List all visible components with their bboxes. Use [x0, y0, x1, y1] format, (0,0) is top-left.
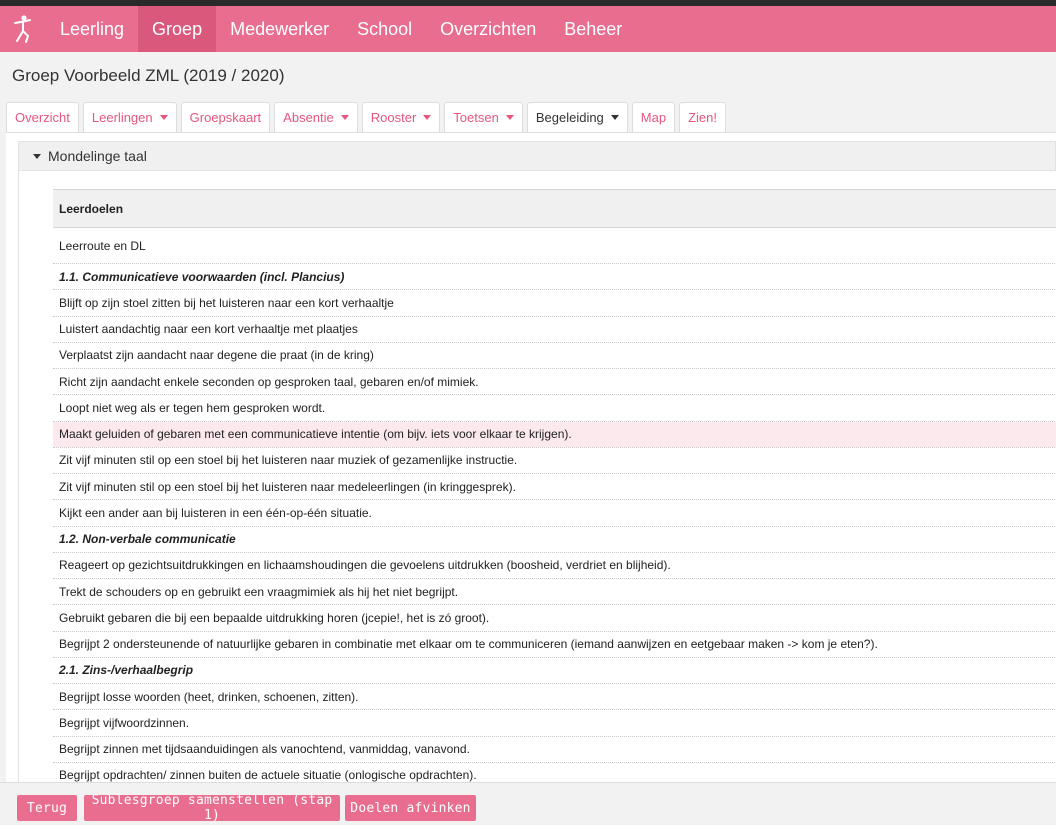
- goal-text: Verplaatst zijn aandacht naar degene die…: [53, 342, 1056, 370]
- compose-sublesgroep-button[interactable]: Sublesgroep samenstellen (stap 1): [84, 793, 340, 823]
- content-area: Mondelinge taal Leerdoelen Leerroute en …: [6, 132, 1056, 782]
- tab-label: Leerlingen: [91, 110, 153, 125]
- table-row[interactable]: Zit vijf minuten stil op een stoel bij h…: [53, 473, 1056, 501]
- page-title: Groep Voorbeeld ZML (2019 / 2020): [12, 66, 285, 85]
- goal-text: 2.1. Zins-/verhaalbegrip: [53, 657, 1056, 685]
- tab-zien[interactable]: Zien!: [679, 102, 726, 132]
- table-row[interactable]: Begrijpt vijfwoordzinnen.: [53, 709, 1056, 737]
- table-row[interactable]: Gebruikt gebaren die bij een bepaalde ui…: [53, 604, 1056, 632]
- goal-text: Begrijpt opdrachten/ zinnen buiten de ac…: [53, 762, 1056, 782]
- tab-label: Overzicht: [15, 110, 70, 125]
- section-row[interactable]: 1.1. Communicatieve voorwaarden (incl. P…: [53, 263, 1056, 291]
- table-row[interactable]: Reageert op gezichtsuitdrukkingen en lic…: [53, 552, 1056, 580]
- tab-overzicht[interactable]: Overzicht: [6, 102, 79, 132]
- nav-item-school[interactable]: School: [343, 6, 426, 52]
- table-row[interactable]: Leerroute en DL: [53, 227, 1056, 264]
- caret-down-icon: [610, 115, 619, 120]
- table-row[interactable]: Loopt niet weg als er tegen hem gesproke…: [53, 394, 1056, 422]
- nav-item-overzichten[interactable]: Overzichten: [426, 6, 550, 52]
- panel-toggle-mondelinge-taal[interactable]: Mondelinge taal: [18, 141, 1056, 171]
- panel-body: Leerdoelen Leerroute en DL 1.1. Communica…: [18, 171, 1056, 782]
- nav-item-groep[interactable]: Groep: [138, 6, 217, 52]
- table-row[interactable]: Begrijpt 2 ondersteunende of natuurlijke…: [53, 631, 1056, 658]
- goal-text: Reageert op gezichtsuitdrukkingen en lic…: [53, 552, 1056, 580]
- goal-text: Trekt de schouders op en gebruikt een vr…: [53, 578, 1056, 606]
- table-row[interactable]: Begrijpt zinnen met tijdsaanduidingen al…: [53, 736, 1056, 763]
- table-row[interactable]: Richt zijn aandacht enkele seconden op g…: [53, 368, 1056, 396]
- goal-text: Begrijpt vijfwoordzinnen.: [53, 709, 1056, 737]
- goal-text: 1.2. Non-verbale communicatie: [53, 526, 1056, 553]
- nav-item-leerling[interactable]: Leerling: [46, 6, 138, 52]
- tab-label: Map: [640, 110, 667, 125]
- caret-down-icon: [423, 115, 432, 120]
- goal-text: Leerroute en DL: [53, 227, 1056, 264]
- table-row[interactable]: Verplaatst zijn aandacht naar degene die…: [53, 342, 1056, 370]
- goal-text: Begrijpt 2 ondersteunende of natuurlijke…: [53, 631, 1056, 658]
- tab-rooster[interactable]: Rooster: [361, 102, 441, 132]
- back-button[interactable]: Terug: [17, 795, 77, 821]
- goal-text: Blijft op zijn stoel zitten bij het luis…: [53, 289, 1056, 317]
- table-row[interactable]: Begrijpt opdrachten/ zinnen buiten de ac…: [53, 762, 1056, 782]
- nav-item-medewerker[interactable]: Medewerker: [216, 6, 343, 52]
- goal-text: 1.1. Communicatieve voorwaarden (incl. P…: [53, 263, 1056, 291]
- table-row[interactable]: Trekt de schouders op en gebruikt een vr…: [53, 578, 1056, 606]
- tab-label: Groepskaart: [189, 110, 262, 125]
- tab-absentie[interactable]: Absentie: [274, 102, 358, 132]
- main-navbar: Leerling Groep Medewerker School Overzic…: [0, 6, 1056, 52]
- goal-text: Zit vijf minuten stil op een stoel bij h…: [53, 447, 1056, 475]
- table-row[interactable]: Begrijpt losse woorden (heet, drinken, s…: [53, 683, 1056, 711]
- tab-leerlingen[interactable]: Leerlingen: [82, 102, 177, 132]
- triangle-down-icon: [33, 153, 41, 159]
- goal-text: Begrijpt losse woorden (heet, drinken, s…: [53, 683, 1056, 711]
- footer-bar: Terug Sublesgroep samenstellen (stap 1) …: [0, 782, 1056, 825]
- tab-toetsen[interactable]: Toetsen: [444, 102, 523, 132]
- tab-label: Zien!: [688, 110, 717, 125]
- tab-label: Begeleiding: [535, 110, 604, 125]
- dancer-icon[interactable]: [0, 6, 46, 52]
- section-row[interactable]: 1.2. Non-verbale communicatie: [53, 526, 1056, 553]
- section-row[interactable]: 2.1. Zins-/verhaalbegrip: [53, 657, 1056, 685]
- goal-text: Loopt niet weg als er tegen hem gesproke…: [53, 394, 1056, 422]
- goal-text: Kijkt een ander aan bij luisteren in een…: [53, 499, 1056, 527]
- caret-down-icon: [505, 115, 514, 120]
- tab-groepskaart[interactable]: Groepskaart: [180, 102, 271, 132]
- nav-item-beheer[interactable]: Beheer: [550, 6, 636, 52]
- table-row[interactable]: Maakt geluiden of gebaren met een commun…: [53, 421, 1056, 448]
- goals-table: Leerdoelen Leerroute en DL 1.1. Communica…: [53, 189, 1056, 782]
- caret-down-icon: [340, 115, 349, 120]
- table-header-leerdoelen: Leerdoelen: [53, 189, 1056, 228]
- table-row[interactable]: Blijft op zijn stoel zitten bij het luis…: [53, 289, 1056, 317]
- tab-label: Absentie: [283, 110, 334, 125]
- tab-label: Toetsen: [453, 110, 499, 125]
- tab-begeleiding[interactable]: Begeleiding: [526, 102, 628, 132]
- goal-text: Zit vijf minuten stil op een stoel bij h…: [53, 473, 1056, 501]
- tab-bar: Overzicht Leerlingen Groepskaart Absenti…: [6, 102, 726, 132]
- check-goals-button[interactable]: Doelen afvinken: [345, 795, 476, 821]
- goal-text: Gebruikt gebaren die bij een bepaalde ui…: [53, 604, 1056, 632]
- table-row[interactable]: Zit vijf minuten stil op een stoel bij h…: [53, 447, 1056, 475]
- caret-down-icon: [159, 115, 168, 120]
- goal-text: Begrijpt zinnen met tijdsaanduidingen al…: [53, 736, 1056, 763]
- tab-map[interactable]: Map: [631, 102, 676, 132]
- tab-label: Rooster: [370, 110, 417, 125]
- goal-text: Maakt geluiden of gebaren met een commun…: [53, 421, 1056, 448]
- goal-text: Luistert aandachtig naar een kort verhaa…: [53, 316, 1056, 343]
- goal-text: Richt zijn aandacht enkele seconden op g…: [53, 368, 1056, 396]
- panel-title: Mondelinge taal: [48, 148, 147, 164]
- table-row[interactable]: Luistert aandachtig naar een kort verhaa…: [53, 316, 1056, 343]
- table-row[interactable]: Kijkt een ander aan bij luisteren in een…: [53, 499, 1056, 527]
